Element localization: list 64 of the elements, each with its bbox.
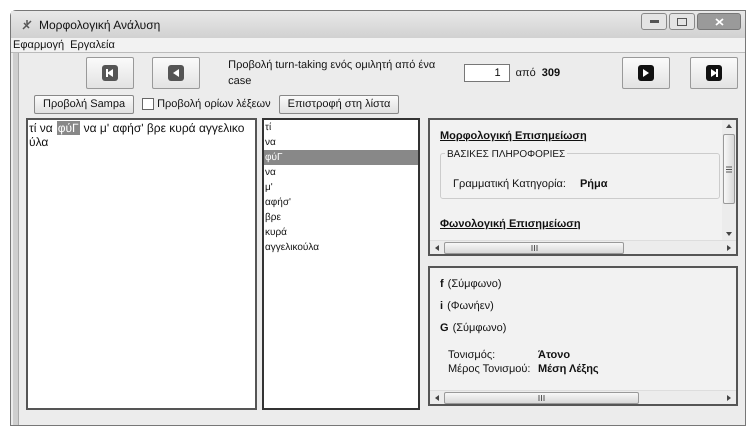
window-title: Μορφολογική Ανάλυση: [39, 16, 160, 34]
previous-button[interactable]: [152, 57, 200, 89]
transcript-text: τί να: [29, 121, 53, 135]
phoneme-type: (Σύμφωνο): [452, 321, 506, 336]
play-back-icon: [168, 65, 184, 81]
horizontal-scrollbar[interactable]: [430, 390, 736, 404]
phoneme-type: (Φωνήεν): [447, 299, 494, 314]
word-list-item[interactable]: κυρά: [264, 225, 418, 240]
phoneme-symbol: f: [440, 277, 444, 292]
grip-icon: [726, 166, 732, 172]
record-number-field[interactable]: 1: [464, 64, 510, 82]
phoneme-type: (Σύμφωνο): [448, 277, 502, 292]
word-list-item[interactable]: να: [264, 135, 418, 150]
field-label: Γραμματική Κατηγορία:: [453, 176, 566, 192]
phoneme-symbol: G: [440, 321, 449, 336]
word-list-item[interactable]: τί: [264, 120, 418, 135]
word-list-item[interactable]: αφήσ': [264, 195, 418, 210]
record-total: 309: [542, 66, 560, 81]
first-button[interactable]: [86, 57, 134, 89]
vertical-scrollbar[interactable]: [722, 120, 736, 240]
section-heading: Μορφολογική Επισημείωση: [440, 129, 588, 144]
stress-label: Μέρος Τονισμού:: [448, 362, 532, 376]
close-icon: [714, 18, 724, 26]
stress-label: Τονισμός:: [448, 348, 496, 362]
word-list-item[interactable]: βρε: [264, 210, 418, 225]
next-button[interactable]: [622, 57, 670, 89]
minimize-icon: [650, 20, 658, 23]
back-to-list-button[interactable]: Επιστροφή στη λίστα: [278, 94, 400, 114]
minimize-button[interactable]: [641, 13, 667, 30]
transcript-text: να μ' αφήσ' βρε κυρά αγγελικο: [84, 121, 244, 135]
skip-back-icon: [102, 65, 118, 81]
word-list-item[interactable]: αγγελικούλα: [264, 240, 418, 255]
scroll-up-icon[interactable]: [725, 122, 733, 130]
menu-item[interactable]: Εφαρμογή: [13, 36, 64, 54]
maximize-button[interactable]: [669, 13, 695, 30]
field-value: Ρήμα: [580, 176, 608, 192]
section-heading: Φωνολογική Επισημείωση: [440, 216, 582, 232]
scrollbar-thumb[interactable]: [444, 242, 624, 254]
of-label: από: [516, 66, 536, 81]
stress-value: Μέση Λέξης: [538, 362, 600, 376]
maximize-icon: [677, 18, 687, 26]
transcript-text: ύλα: [29, 135, 48, 149]
menu-item[interactable]: Εργαλεία: [70, 36, 115, 54]
navigation-label: Προβολή turn-taking ενός ομιλητή από ένα case: [228, 58, 436, 89]
scrollbar-thumb[interactable]: [723, 134, 735, 204]
skip-forward-icon: [706, 65, 722, 81]
stress-value: Άτονο: [538, 348, 572, 362]
close-button[interactable]: [697, 13, 741, 30]
play-icon: [638, 65, 654, 81]
word-list-item[interactable]: φύΓ: [264, 150, 418, 165]
word-bounds-label: Προβολή ορίων λέξεων: [157, 96, 271, 112]
grip-icon: [530, 244, 538, 250]
phoneme-symbol: i: [440, 299, 444, 314]
app-icon: [21, 18, 33, 30]
sampa-button[interactable]: Προβολή Sampa: [34, 94, 134, 114]
word-list-item[interactable]: να: [264, 165, 418, 180]
highlighted-word: φύΓ: [56, 121, 80, 135]
grip-icon: [538, 394, 545, 400]
word-list-item[interactable]: μ': [264, 180, 418, 195]
word-bounds-checkbox[interactable]: [142, 98, 154, 110]
last-button[interactable]: [690, 57, 738, 89]
horizontal-scrollbar[interactable]: [430, 240, 736, 254]
scroll-down-icon[interactable]: [725, 230, 733, 238]
scrollbar-thumb[interactable]: [444, 392, 639, 404]
